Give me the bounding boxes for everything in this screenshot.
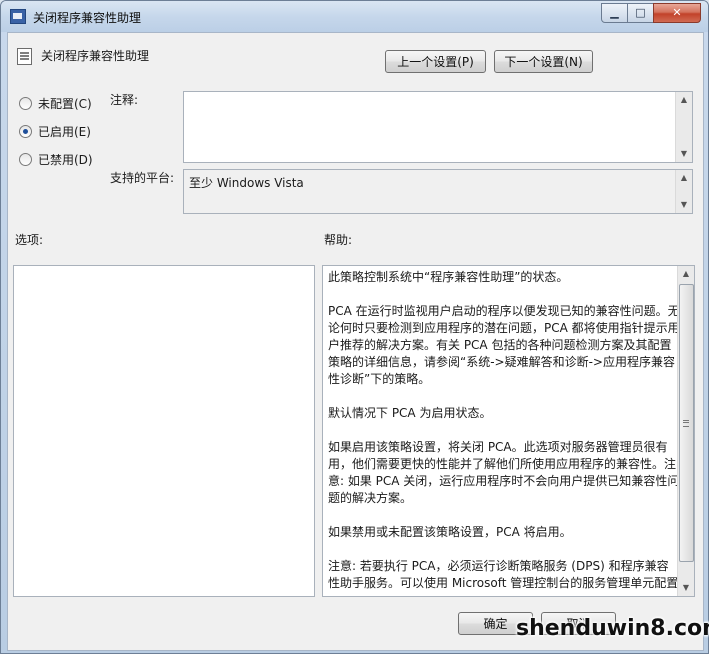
policy-dialog-window: 关闭程序兼容性助理 ▁ □ ✕ 关闭程序兼容性助理 上一个设置(P) 下一个设置… (0, 0, 709, 654)
help-pane[interactable]: 此策略控制系统中“程序兼容性助理”的状态。 PCA 在运行时监视用户启动的程序以… (322, 265, 695, 597)
radio-enabled-label: 已启用(E) (38, 125, 91, 139)
platform-scrollbar[interactable]: ▲ ▼ (675, 170, 692, 213)
platform-scroll-up-icon[interactable]: ▲ (676, 170, 692, 186)
comment-label: 注释: (110, 93, 139, 107)
help-paragraph: 如果启用该策略设置，将关闭 PCA。此选项对服务器管理员很有用，他们需要更快的性… (328, 440, 680, 505)
comment-scroll-down-icon[interactable]: ▼ (676, 146, 692, 162)
scroll-grip-icon (683, 420, 689, 427)
dialog-client-area: 关闭程序兼容性助理 上一个设置(P) 下一个设置(N) 未配置(C) 已启用(E… (7, 32, 704, 651)
help-paragraph: 默认情况下 PCA 为启用状态。 (328, 406, 492, 420)
site-watermark: shenduwin8.com (510, 606, 709, 650)
help-paragraph: 如果禁用或未配置该策略设置，PCA 将启用。 (328, 525, 572, 539)
radio-enabled-circle[interactable] (19, 125, 32, 138)
help-scroll-down-icon[interactable]: ▼ (678, 580, 694, 596)
help-scroll-thumb[interactable] (679, 284, 694, 562)
options-pane (13, 265, 315, 597)
radio-disabled[interactable]: 已禁用(D) (19, 151, 93, 168)
comment-textarea[interactable]: ▲ ▼ (183, 91, 693, 163)
comment-scroll-up-icon[interactable]: ▲ (676, 92, 692, 108)
help-text: 此策略控制系统中“程序兼容性助理”的状态。 PCA 在运行时监视用户启动的程序以… (328, 269, 680, 596)
next-setting-button[interactable]: 下一个设置(N) (494, 50, 593, 73)
radio-not-configured-label: 未配置(C) (38, 97, 92, 111)
options-label: 选项: (15, 233, 44, 247)
policy-name: 关闭程序兼容性助理 (41, 49, 150, 63)
close-button[interactable]: ✕ (653, 3, 701, 23)
previous-setting-button[interactable]: 上一个设置(P) (385, 50, 486, 73)
supported-platform-value: 至少 Windows Vista (189, 176, 304, 190)
radio-not-configured-circle[interactable] (19, 97, 32, 110)
radio-enabled[interactable]: 已启用(E) (19, 123, 91, 140)
title-bar[interactable]: 关闭程序兼容性助理 ▁ □ ✕ (1, 1, 708, 32)
help-scroll-up-icon[interactable]: ▲ (678, 266, 694, 282)
supported-platform-label: 支持的平台: (110, 171, 175, 185)
comment-scrollbar[interactable]: ▲ ▼ (675, 92, 692, 162)
supported-platform-field: 至少 Windows Vista ▲ ▼ (183, 169, 693, 214)
policy-editor-icon (10, 9, 26, 24)
radio-disabled-label: 已禁用(D) (38, 153, 93, 167)
help-paragraph: 此策略控制系统中“程序兼容性助理”的状态。 (328, 270, 569, 284)
radio-not-configured[interactable]: 未配置(C) (19, 95, 92, 112)
policy-setting-icon (17, 48, 32, 65)
help-scrollbar[interactable]: ▲ ▼ (677, 266, 694, 596)
maximize-button[interactable]: □ (627, 3, 654, 23)
watermark-text: shenduwin8.com (516, 616, 709, 641)
platform-scroll-down-icon[interactable]: ▼ (676, 197, 692, 213)
radio-disabled-circle[interactable] (19, 153, 32, 166)
help-paragraph: PCA 在运行时监视用户启动的程序以便发现已知的兼容性问题。无论何时只要检测到应… (328, 304, 680, 386)
help-label: 帮助: (324, 233, 353, 247)
window-title: 关闭程序兼容性助理 (33, 11, 142, 25)
help-paragraph: 注意: 若要执行 PCA，必须运行诊断策略服务 (DPS) 和程序兼容性助手服务… (328, 559, 679, 590)
minimize-button[interactable]: ▁ (601, 3, 628, 23)
